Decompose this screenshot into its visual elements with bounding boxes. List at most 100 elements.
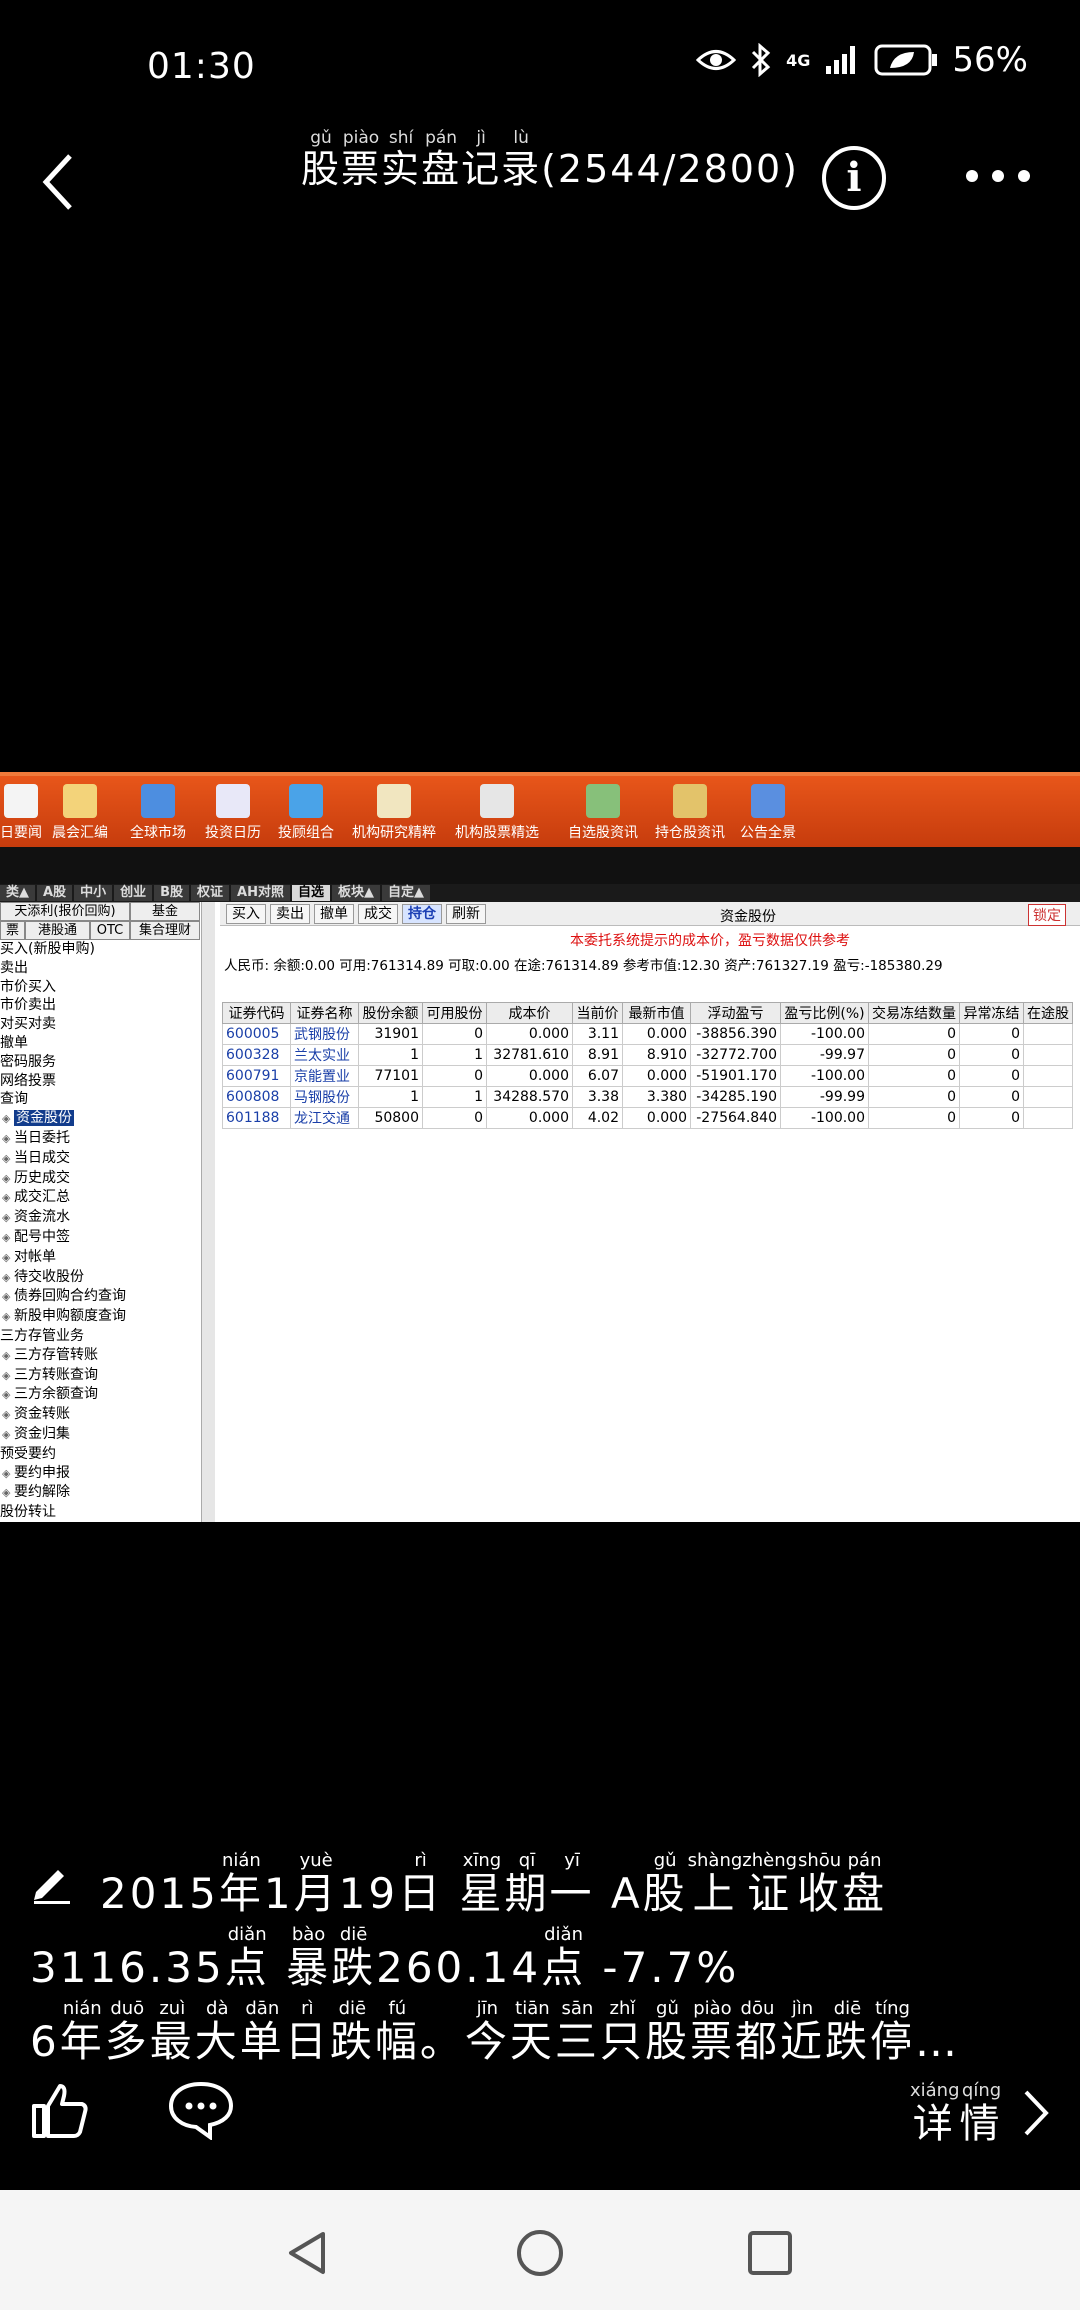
panel-button: 刷新: [446, 903, 486, 924]
toolbar-label: 晨会汇编: [52, 825, 108, 841]
table-cell: 600005: [222, 1023, 291, 1045]
comment-icon[interactable]: [168, 2080, 234, 2140]
left-tab: 集合理财: [130, 921, 200, 940]
tree-label: 撤单: [0, 1034, 28, 1051]
table-cell: 1: [422, 1044, 487, 1066]
plain-text: [443, 1869, 459, 1918]
ruby-char: 收shōu: [797, 1850, 843, 1918]
ruby-char: 今jīn: [464, 1998, 510, 2066]
column-header: 证券代码: [222, 1002, 291, 1024]
chevron-right-icon[interactable]: [1020, 2088, 1050, 2138]
tree-label: 成交汇总: [13, 1189, 70, 1206]
tree-label: 三方存管转账: [13, 1346, 98, 1363]
ruby-char: 星xīng: [459, 1850, 505, 1918]
tree-item: 成交汇总: [0, 1188, 213, 1208]
market-tab: 自定▲: [382, 885, 430, 901]
ruby-char: 三sān: [554, 1998, 600, 2066]
tree-item: 对帐单: [0, 1248, 213, 1268]
market-tab: 中小: [74, 885, 113, 901]
tree-item: 三方存管业务: [0, 1327, 213, 1346]
detail-link[interactable]: 详xiáng情qíng: [910, 2080, 1004, 2149]
ruby-char: 年nián: [218, 1850, 264, 1918]
function-tree: 买入(新股申购) 卖出市价买入市价卖出对买对卖撤单密码服务网络投票查询资金股份当日…: [0, 940, 213, 1522]
info-button[interactable]: i: [822, 146, 886, 210]
nav-home-icon[interactable]: [515, 2228, 565, 2278]
tree-item: 三方余额查询: [0, 1385, 213, 1405]
network-label: 4G: [786, 50, 811, 70]
panel-button-row: 买入 卖出 撤单 成交 持仓 刷新: [220, 902, 1080, 926]
post-image[interactable]: 日要闻 晨会汇编 全球市场 投资日历 投顾组合 机构研究精粹 机构股票精选 自选股资讯 持仓股资…: [0, 772, 1080, 1522]
toolbar-icon: [673, 784, 707, 818]
tree-label: 当日委托: [13, 1129, 70, 1146]
ruby-char: 最zuì: [149, 1998, 195, 2066]
tree-label: 密码服务: [0, 1053, 56, 1070]
function-tree-panel: 天添利(报价回购) 基金票港股通 OTC 集合理财 买入(新股申购) 卖出 市价买入 市价卖…: [0, 902, 215, 1522]
ruby-char: 只zhǐ: [599, 1998, 645, 2066]
ruby-char: 幅fú: [374, 1998, 420, 2066]
table-cell: 兰太实业: [290, 1044, 359, 1066]
holdings-table: 证券代码 证券名称 股份余额 可用股份 成本价 当前价 最新市值 浮动盈亏 盈亏比例(%) 交易冻…: [222, 1002, 1073, 1129]
toolbar-item: 公告全景: [740, 784, 796, 848]
like-icon[interactable]: [30, 2080, 90, 2140]
table-cell: 6.07: [572, 1065, 623, 1087]
market-tab: 类▲: [0, 885, 35, 901]
ruby-char: 详xiáng: [910, 2080, 960, 2147]
nav-back-icon[interactable]: [283, 2228, 333, 2278]
nav-recents-icon[interactable]: [745, 2228, 795, 2278]
tree-label: 债券回购合约查询: [13, 1288, 126, 1305]
toolbar-icon: [63, 784, 97, 818]
tree-item: 买入(新股申购): [0, 940, 213, 959]
tree-label: 市价卖出: [0, 997, 56, 1014]
table-cell: -27564.840: [690, 1107, 781, 1129]
tree-label: 网络投票: [0, 1072, 56, 1089]
column-header: 交易冻结数量: [868, 1002, 960, 1024]
ruby-char: 天tiān: [509, 1998, 555, 2066]
tree-label: 要约申报: [13, 1464, 70, 1481]
toolbar-icon: [289, 784, 323, 818]
toolbar-icon: [586, 784, 620, 818]
lock-button: 锁定: [1028, 904, 1066, 926]
ruby-char: 暴bào: [286, 1924, 332, 1992]
caption-line-3: 6年nián多duō最zuì大dà单dān日rì跌diē幅fú。今jīn天tiā…: [30, 1998, 1060, 2074]
title-suffix: (2544/2800): [541, 147, 799, 191]
toolbar-item: 机构研究精粹: [352, 784, 436, 848]
ruby-char: 股gǔ: [644, 1998, 690, 2066]
ruby-char: 日rì: [284, 1998, 330, 2066]
market-tab: 板块▲: [332, 885, 380, 901]
table-cell: 50800: [358, 1107, 423, 1129]
more-options-button[interactable]: [966, 170, 1030, 182]
ruby-char: 大dà: [194, 1998, 240, 2066]
table-row: 600791 京能置业 77101 0 0.000 6.07 0.000 -51901.170…: [222, 1065, 1073, 1087]
tree-item: 当日成交: [0, 1149, 213, 1169]
status-bar: 01:30 4G 56%: [0, 0, 1080, 120]
table-row: 600328 兰太实业 1 1 32781.610 8.91 8.910 -32772.700…: [222, 1044, 1073, 1066]
market-tab: B股: [154, 885, 190, 901]
bluetooth-icon: [752, 43, 771, 77]
tree-item: 新股申购额度查询: [0, 1307, 213, 1327]
tree-label: 三方余额查询: [13, 1386, 98, 1403]
post-caption: 2015年nián1月yuè19日rì 星xīng期qī一yī A股gǔ上shà…: [30, 1850, 1060, 2074]
column-header: 可用股份: [422, 1002, 487, 1024]
column-header: 成本价: [486, 1002, 573, 1024]
column-header: 股份余额: [358, 1002, 423, 1024]
tree-item: 债券回购合约查询: [0, 1287, 213, 1307]
tree-item: 网络投票: [0, 1072, 213, 1091]
ruby-char: 多duō: [104, 1998, 150, 2066]
tree-item: 市价买入: [0, 978, 213, 997]
ruby-char: 日rì: [398, 1850, 444, 1918]
ruby-char: 记jì: [461, 128, 502, 191]
toolbar-icon: [751, 784, 785, 818]
table-cell: 0: [868, 1065, 960, 1087]
tree-item: 股份转让: [0, 1503, 213, 1522]
table-cell: 0: [422, 1023, 487, 1045]
back-button[interactable]: [38, 150, 82, 214]
ruby-char: 证zhèng: [742, 1850, 798, 1918]
column-header: 证券名称: [290, 1002, 359, 1024]
toolbar-label: 公告全景: [740, 825, 796, 841]
tree-label: 资金归集: [13, 1425, 70, 1442]
table-cell: 31901: [358, 1023, 423, 1045]
table-cell: -34285.190: [690, 1086, 781, 1108]
left-tab: OTC: [90, 921, 130, 940]
left-tab: 基金: [130, 902, 200, 921]
tree-label: 资金流水: [13, 1209, 70, 1226]
